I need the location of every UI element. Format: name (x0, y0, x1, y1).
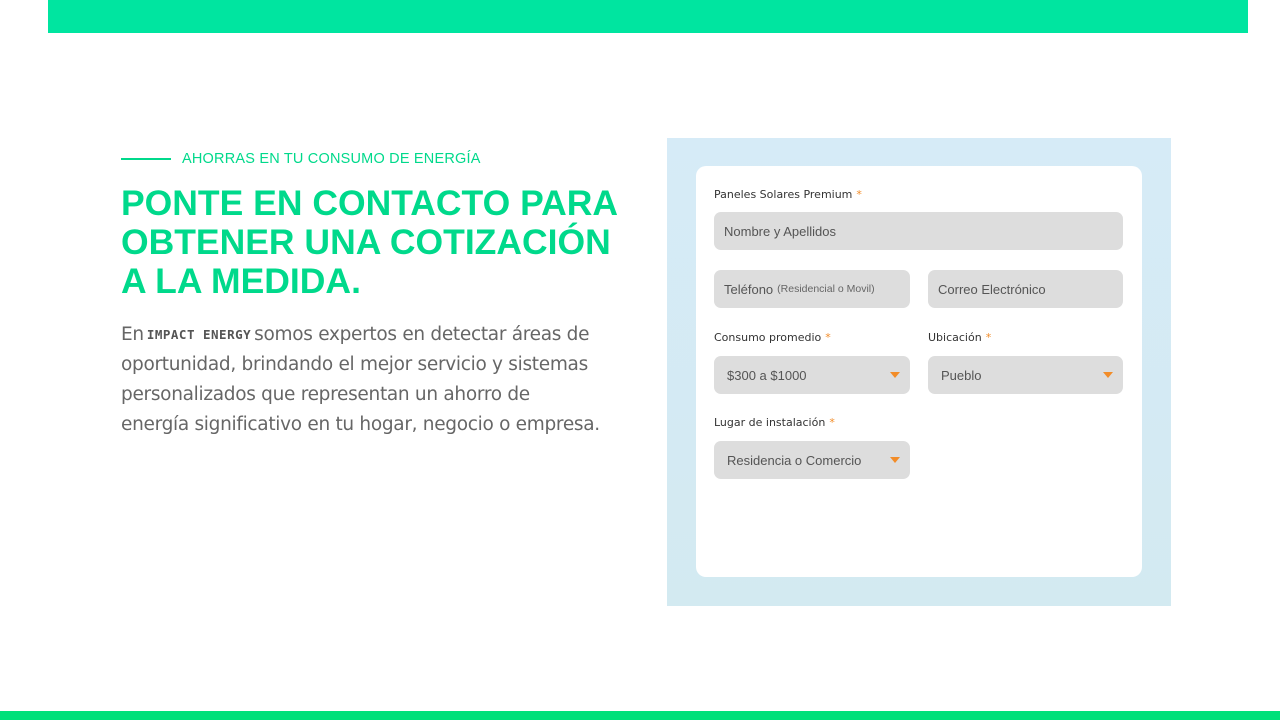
chevron-down-icon (890, 372, 900, 378)
description-line-4: energía significativo en tu hogar, negoc… (121, 414, 600, 435)
location-label-text: Ubicación (928, 331, 982, 344)
location-select[interactable]: Pueblo (928, 356, 1123, 394)
installation-select[interactable]: Residencia o Comercio (714, 441, 910, 479)
description-paragraph: En IMPACT ENERGY somos expertos en detecta… (121, 320, 641, 440)
chevron-down-icon (890, 457, 900, 463)
phone-field[interactable]: Teléfono (Residencial o Movil) (714, 270, 910, 308)
consumption-select-value: $300 a $1000 (727, 367, 807, 383)
name-field[interactable]: Nombre y Apellidos (714, 212, 1123, 250)
required-mark: * (825, 331, 831, 344)
name-field-placeholder: Nombre y Apellidos (724, 223, 836, 239)
email-field-placeholder: Correo Electrónico (938, 281, 1046, 297)
eyebrow: AHORRAS EN TU CONSUMO DE ENERGÍA (121, 151, 481, 167)
required-mark: * (829, 416, 835, 429)
brand-logo-text: IMPACT ENERGY (146, 327, 252, 342)
page-title: PONTE EN CONTACTO PARA OBTENER UNA COTIZ… (121, 184, 641, 301)
top-accent-bar (48, 0, 1248, 33)
phone-field-placeholder: Teléfono (724, 281, 774, 297)
required-mark: * (856, 188, 862, 201)
description-line-2: oportunidad, brindando el mejor servicio… (121, 354, 588, 375)
chevron-down-icon (1103, 372, 1113, 378)
email-field[interactable]: Correo Electrónico (928, 270, 1123, 308)
required-mark: * (985, 331, 992, 344)
product-label-text: Paneles Solares Premium (714, 188, 853, 201)
page-title-line-3: A LA MEDIDA. (121, 261, 361, 301)
description-line-1-rest: somos expertos en detectar áreas de (254, 324, 590, 345)
phone-field-hint: (Residencial o Movil) (777, 283, 875, 295)
description-line-3: personalizados que representan un ahorro… (121, 384, 530, 405)
description-line-1: En IMPACT ENERGY somos expertos en detecta… (121, 320, 641, 350)
page-title-line-2: OBTENER UNA COTIZACIÓN (121, 222, 611, 262)
consumption-label: Consumo promedio * (714, 331, 831, 344)
eyebrow-text: AHORRAS EN TU CONSUMO DE ENERGÍA (182, 151, 481, 167)
description-prefix: En (121, 324, 144, 345)
bottom-accent-bar (0, 711, 1280, 720)
installation-select-value: Residencia o Comercio (727, 452, 862, 468)
consumption-select[interactable]: $300 a $1000 (714, 356, 910, 394)
installation-label: Lugar de instalación * (714, 416, 835, 429)
location-label: Ubicación * (928, 331, 991, 344)
quote-form-panel: Paneles Solares Premium * Nombre y Apelli… (667, 138, 1171, 606)
page-title-line-1: PONTE EN CONTACTO PARA (121, 183, 619, 223)
quote-form-card: Paneles Solares Premium * Nombre y Apelli… (696, 166, 1142, 577)
product-label: Paneles Solares Premium * (714, 188, 862, 201)
eyebrow-line (121, 158, 171, 160)
installation-label-text: Lugar de instalación (714, 416, 826, 429)
consumption-label-text: Consumo promedio (714, 331, 822, 344)
location-select-value: Pueblo (941, 367, 982, 383)
